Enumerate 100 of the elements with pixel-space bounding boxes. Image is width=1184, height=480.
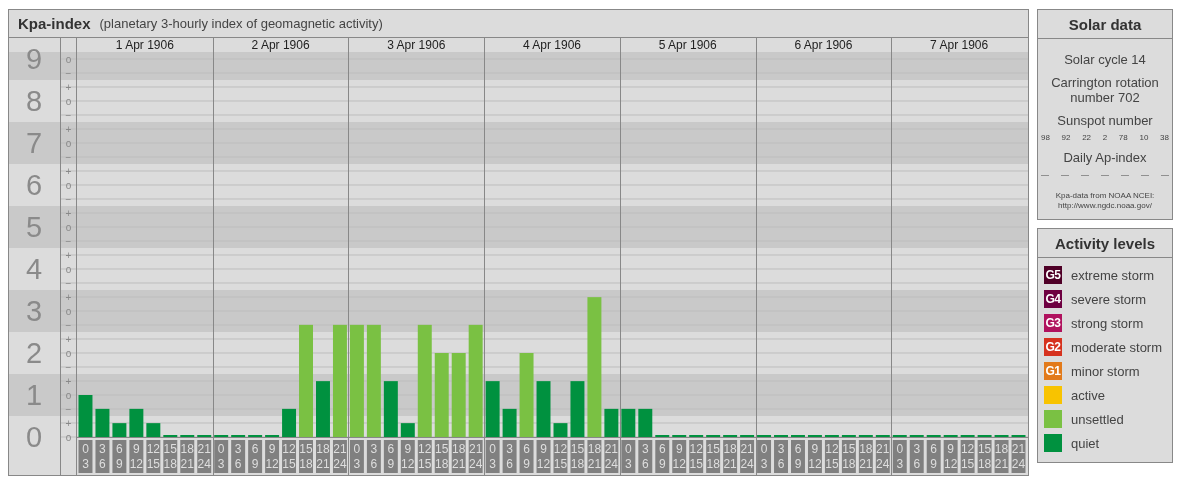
time-label: 0 3	[892, 440, 907, 473]
scale-mark: −	[65, 151, 72, 163]
scale-mark: +	[65, 81, 72, 93]
day-label: 6 Apr 1906	[794, 38, 853, 52]
time-label: 12 15	[146, 440, 161, 473]
day-label: 4 Apr 1906	[522, 38, 582, 52]
x-tick-label: 3 6	[913, 442, 921, 471]
time-label: 12 15	[553, 440, 568, 473]
scale-mark: −	[65, 361, 72, 373]
legend-label: quiet	[1071, 435, 1100, 451]
kp-bar	[604, 408, 619, 437]
day-label: 1 Apr 1906	[115, 38, 174, 52]
time-label: 3 6	[366, 440, 381, 473]
kp-bar	[621, 408, 636, 437]
x-tick-label: 6 9	[658, 442, 666, 471]
source-url: http://www.ngdc.noaa.gov/	[1058, 201, 1152, 211]
legend-label: minor storm	[1071, 363, 1140, 379]
x-tick-label: 0 3	[82, 442, 90, 471]
scale-mark: −	[65, 109, 72, 121]
time-label: 9 12	[943, 440, 958, 473]
scale-mark: −	[65, 193, 72, 205]
kp-bar	[383, 381, 398, 437]
scale-mark: o	[65, 263, 72, 275]
time-label: 6 9	[655, 440, 670, 473]
solar-cycle: Solar cycle 14	[1064, 52, 1146, 67]
time-label: 12 15	[417, 440, 432, 473]
day-label: 2 Apr 1906	[251, 38, 310, 52]
time-label: 15 18	[299, 440, 313, 473]
scale-mark: o	[65, 179, 72, 191]
time-label: 21 24	[468, 440, 483, 473]
time-label: 3 6	[95, 440, 110, 473]
kp-bar	[78, 395, 93, 437]
sunspot-value: 78	[1118, 133, 1128, 142]
kp-level-label: 1	[25, 379, 43, 411]
legend-label: severe storm	[1071, 291, 1147, 307]
time-label: 0 3	[621, 440, 636, 473]
kp-level-label: 3	[25, 295, 43, 327]
kp-bar	[146, 423, 161, 437]
ap-index-heading: Daily Ap-index	[1063, 150, 1147, 165]
time-label: 15 18	[977, 440, 992, 473]
kp-level-label: 8	[25, 85, 43, 117]
time-label: 6 9	[791, 440, 805, 473]
time-label: 21 24	[332, 440, 347, 473]
panel-subtitle: (planetary 3-hourly index of geomagnetic activity)	[99, 16, 383, 31]
time-label: 9 12	[807, 440, 822, 473]
time-label: 9 12	[672, 440, 687, 473]
storm-badge: G3	[1044, 314, 1062, 332]
kp-level-label: 4	[25, 253, 43, 285]
kp-bar	[316, 381, 330, 437]
x-tick-label: 6 9	[116, 442, 124, 471]
scale-mark: +	[65, 375, 72, 387]
time-label: 6 9	[926, 440, 941, 473]
scale-mark: +	[65, 291, 72, 303]
time-label: 3 6	[231, 440, 246, 473]
legend-label: extreme storm	[1071, 267, 1155, 283]
time-label: 12 15	[689, 440, 704, 473]
legend-label: active	[1071, 387, 1105, 403]
time-label: 12 15	[282, 440, 297, 473]
time-label: 21 24	[875, 440, 890, 473]
time-label: 0 3	[78, 440, 93, 473]
ap-index-value: —	[1061, 170, 1069, 179]
time-label: 15 18	[434, 440, 449, 473]
time-label: 9 12	[536, 440, 551, 473]
time-label: 18 21	[316, 440, 330, 473]
time-label: 6 9	[112, 440, 127, 473]
legend-label: unsettled	[1071, 411, 1124, 427]
kp-level-label: 0	[25, 421, 43, 453]
scale-mark: −	[65, 319, 72, 331]
time-label: 3 6	[774, 440, 788, 473]
kp-level-label: 5	[25, 211, 43, 243]
x-tick-label: 0 3	[896, 442, 904, 471]
x-tick-label: 0 3	[353, 442, 361, 471]
kp-level-label: 6	[25, 169, 43, 201]
scale-mark: −	[65, 277, 72, 289]
time-label: 0 3	[349, 440, 364, 473]
time-label: 21 24	[604, 440, 619, 473]
time-label: 6 9	[383, 440, 398, 473]
legend-label: moderate storm	[1071, 339, 1163, 355]
x-tick-label: 6 9	[930, 442, 938, 471]
time-label: 21 24	[740, 440, 755, 473]
sunspot-value: 98	[1041, 133, 1050, 142]
time-label: 21 24	[1011, 440, 1026, 473]
x-tick-label: 3 6	[641, 442, 649, 471]
time-label: 15 18	[570, 440, 585, 473]
ap-index-value: —	[1161, 170, 1169, 179]
kp-bar	[112, 423, 127, 437]
panel-title: Activity levels	[1038, 229, 1172, 258]
x-tick-label: 3 6	[234, 442, 242, 471]
time-label: 12 15	[824, 440, 839, 473]
panel-title: Kpa-index	[18, 15, 91, 32]
sunspot-value: 22	[1082, 133, 1092, 142]
storm-badge: G1	[1044, 362, 1062, 380]
kp-bar	[400, 423, 415, 437]
scale-mark: +	[65, 249, 72, 261]
day-label: 7 Apr 1906	[930, 38, 989, 52]
time-label: 0 3	[757, 440, 772, 473]
time-label: 18 21	[858, 440, 873, 473]
time-label: 18 21	[587, 440, 602, 473]
time-label: 15 18	[841, 440, 856, 473]
kp-bar	[638, 408, 653, 437]
